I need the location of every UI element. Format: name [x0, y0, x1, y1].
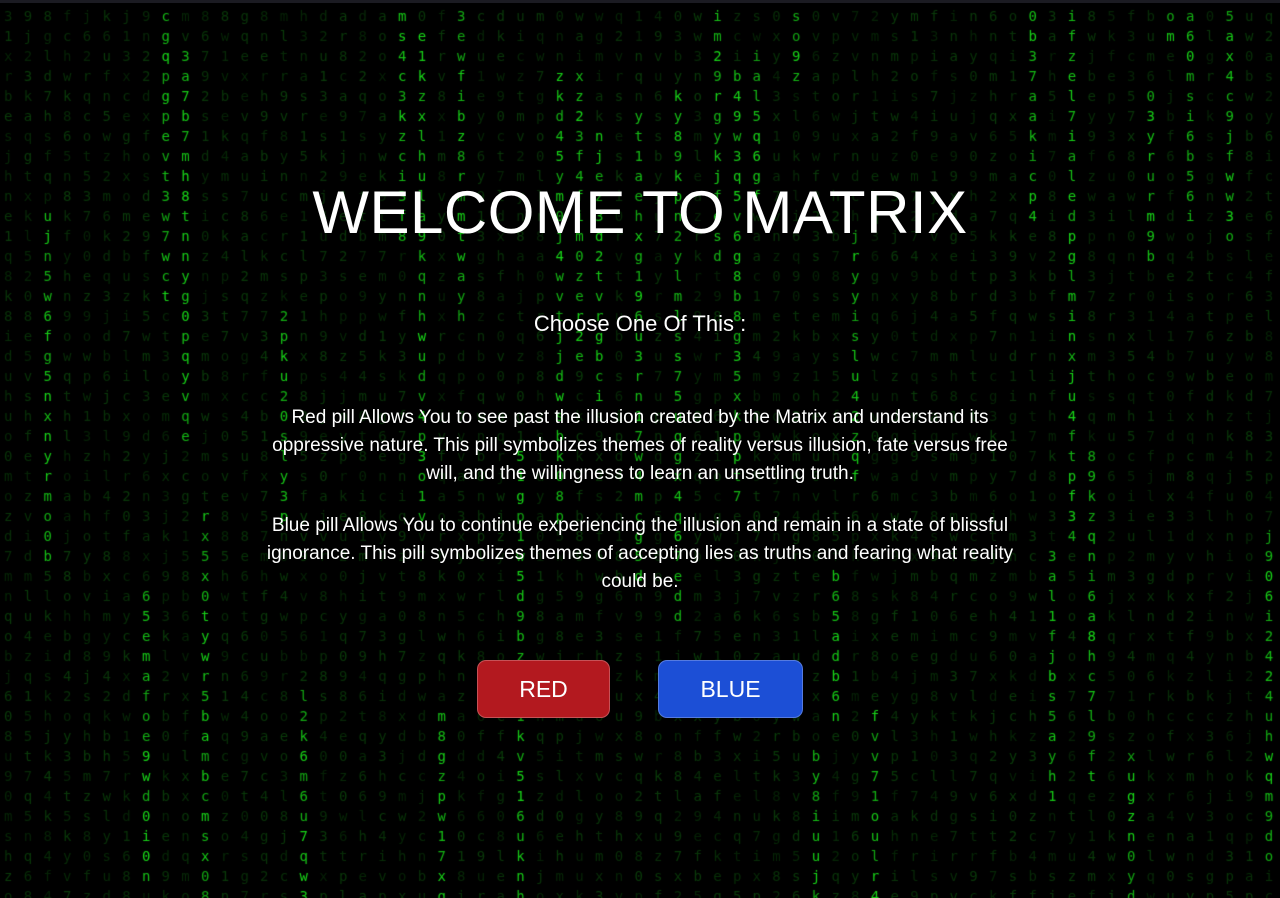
red-pill-description: Red pill Allows You to see past the illu…	[272, 407, 1008, 484]
page-title: WELCOME TO MATRIX	[312, 179, 968, 246]
matrix-page: WELCOME TO MATRIX Choose One Of This : R…	[0, 0, 1280, 898]
content-overlay: WELCOME TO MATRIX Choose One Of This : R…	[0, 0, 1280, 898]
blue-pill-description: Blue pill Allows You to continue experie…	[266, 515, 1014, 592]
red-pill-button[interactable]: RED	[477, 660, 610, 718]
choice-prompt: Choose One Of This :	[533, 311, 747, 336]
blue-pill-button[interactable]: BLUE	[658, 660, 803, 718]
